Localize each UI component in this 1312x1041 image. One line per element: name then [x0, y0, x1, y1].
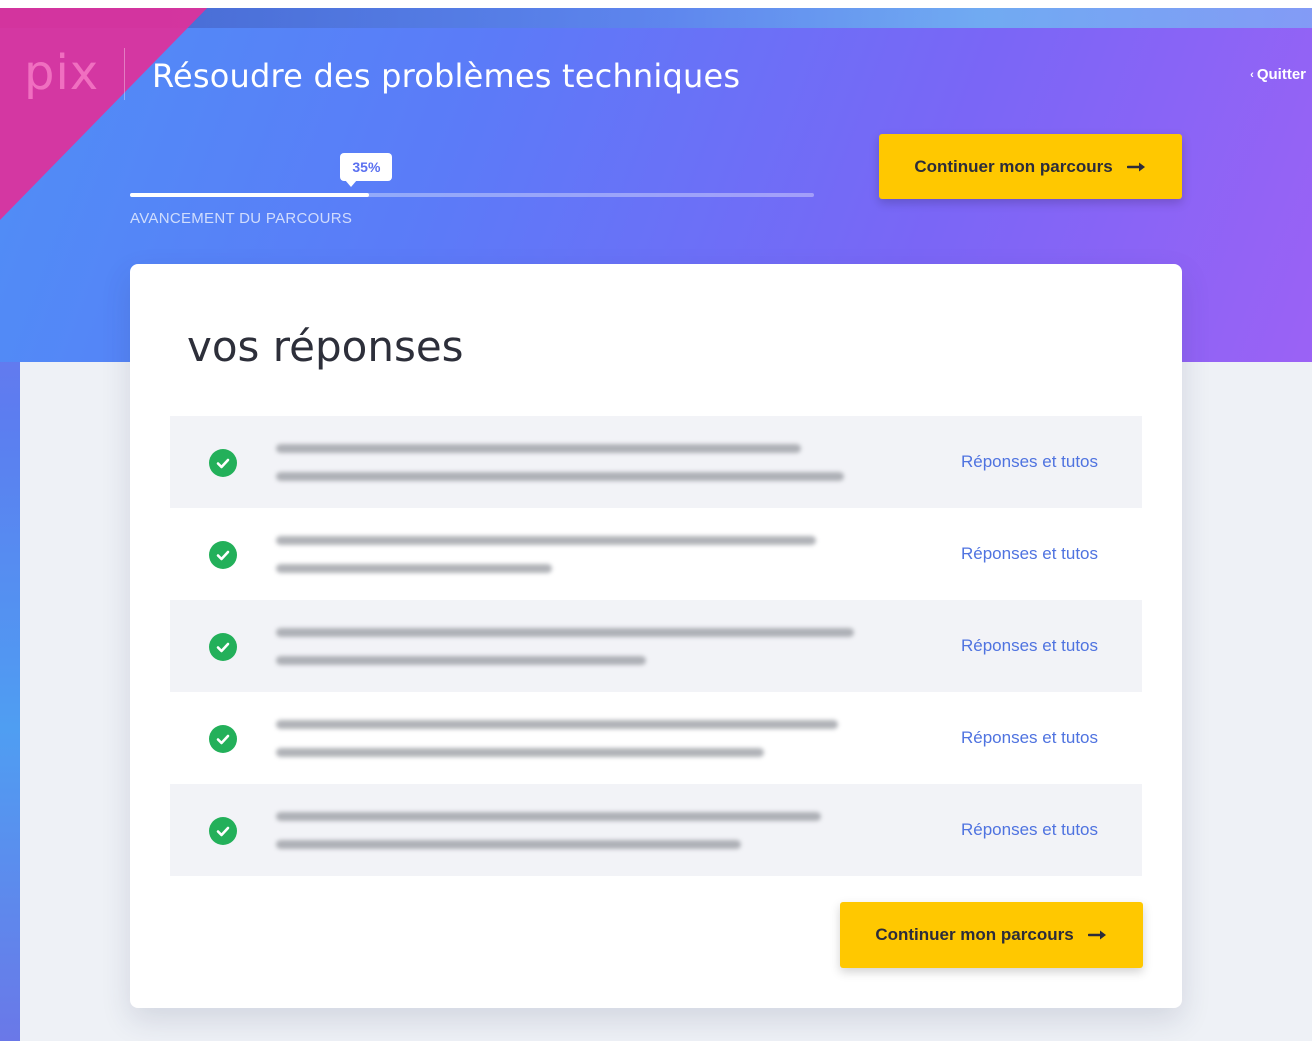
- answer-row: Réponses et tutos: [170, 600, 1142, 692]
- check-circle-icon: [209, 725, 237, 753]
- progress-caption: AVANCEMENT DU PARCOURS: [130, 210, 353, 227]
- check-circle-icon: [209, 449, 237, 477]
- arrow-right-icon: [1087, 930, 1106, 940]
- continue-button-top[interactable]: Continuer mon parcours: [879, 134, 1182, 199]
- answer-row: Réponses et tutos: [170, 508, 1142, 600]
- answers-and-tutorials-link[interactable]: Réponses et tutos: [961, 452, 1098, 472]
- question-text-redacted: [276, 438, 856, 488]
- answer-row: Réponses et tutos: [170, 692, 1142, 784]
- answers-list: Réponses et tutos Réponses et tutos Répo…: [170, 416, 1142, 876]
- answer-row: Réponses et tutos: [170, 784, 1142, 876]
- page-title: Résoudre des problèmes techniques: [152, 57, 741, 95]
- progress-percent-badge: 35%: [340, 153, 393, 187]
- question-text-redacted: [276, 530, 856, 580]
- question-text-redacted: [276, 622, 856, 672]
- check-circle-icon: [209, 817, 237, 845]
- header-pink-triangle: [0, 0, 215, 220]
- answers-title: vos réponses: [187, 322, 464, 371]
- chevron-left-icon: ‹: [1250, 68, 1254, 81]
- continue-button-label: Continuer mon parcours: [875, 925, 1074, 944]
- continue-button-label: Continuer mon parcours: [914, 156, 1113, 176]
- check-circle-icon: [209, 633, 237, 661]
- answer-row: Réponses et tutos: [170, 416, 1142, 508]
- answers-and-tutorials-link[interactable]: Réponses et tutos: [961, 820, 1098, 840]
- check-circle-icon: [209, 541, 237, 569]
- continue-button-bottom[interactable]: Continuer mon parcours: [840, 902, 1143, 968]
- progress-bar: [130, 193, 814, 197]
- answers-and-tutorials-link[interactable]: Réponses et tutos: [961, 544, 1098, 564]
- answers-and-tutorials-link[interactable]: Réponses et tutos: [961, 636, 1098, 656]
- progress-bar-fill: [130, 193, 370, 197]
- quit-link[interactable]: ‹ Quitter: [1250, 66, 1306, 83]
- header-top-band: [0, 0, 1312, 8]
- question-text-redacted: [276, 806, 856, 856]
- pix-logo[interactable]: pix: [24, 48, 99, 98]
- arrow-right-icon: [1126, 162, 1145, 171]
- answers-card: vos réponses Réponses et tutos Réponses …: [130, 264, 1182, 1008]
- answers-and-tutorials-link[interactable]: Réponses et tutos: [961, 728, 1098, 748]
- quit-label: Quitter: [1256, 66, 1306, 83]
- logo-divider: [124, 48, 125, 100]
- question-text-redacted: [276, 714, 856, 764]
